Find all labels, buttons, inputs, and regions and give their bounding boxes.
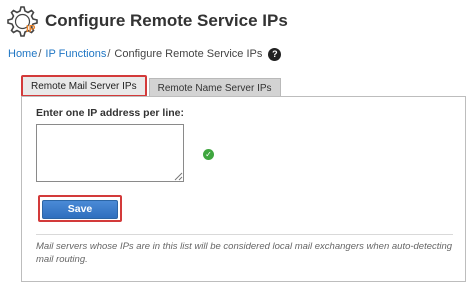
tab-bar: Remote Mail Server IPs Remote Name Serve… [21, 75, 281, 97]
save-button[interactable]: Save [42, 199, 118, 219]
breadcrumb: Home / IP Functions / Configure Remote S… [8, 45, 282, 63]
check-circle-icon: ✓ [203, 149, 214, 160]
page-title: Configure Remote Service IPs [45, 11, 288, 30]
breadcrumb-home-link[interactable]: Home [8, 48, 37, 60]
breadcrumb-current: Configure Remote Service IPs [114, 48, 263, 60]
breadcrumb-separator: / [38, 48, 42, 60]
ip-list-textarea[interactable] [36, 124, 184, 182]
resize-grip-icon[interactable] [174, 172, 183, 181]
help-note: Mail servers whose IPs are in this list … [36, 241, 453, 265]
divider [36, 234, 453, 235]
page-header: IP Configure Remote Service IPs [4, 4, 288, 38]
breadcrumb-separator: / [107, 48, 111, 60]
tab-remote-name-server-ips[interactable]: Remote Name Server IPs [148, 78, 281, 97]
logo-text: IP [26, 24, 36, 35]
tab-remote-mail-server-ips[interactable]: Remote Mail Server IPs [21, 75, 147, 97]
breadcrumb-ip-functions-link[interactable]: IP Functions [45, 48, 106, 60]
ip-list-label: Enter one IP address per line: [36, 107, 185, 119]
page: IP Configure Remote Service IPs Home / I… [0, 0, 474, 301]
ip-functions-gear-icon: IP [4, 4, 38, 38]
save-button-highlight: Save [38, 195, 122, 222]
question-circle-icon[interactable]: ? [268, 47, 282, 61]
tab-panel: Enter one IP address per line: ✓ Save Ma… [21, 96, 466, 282]
